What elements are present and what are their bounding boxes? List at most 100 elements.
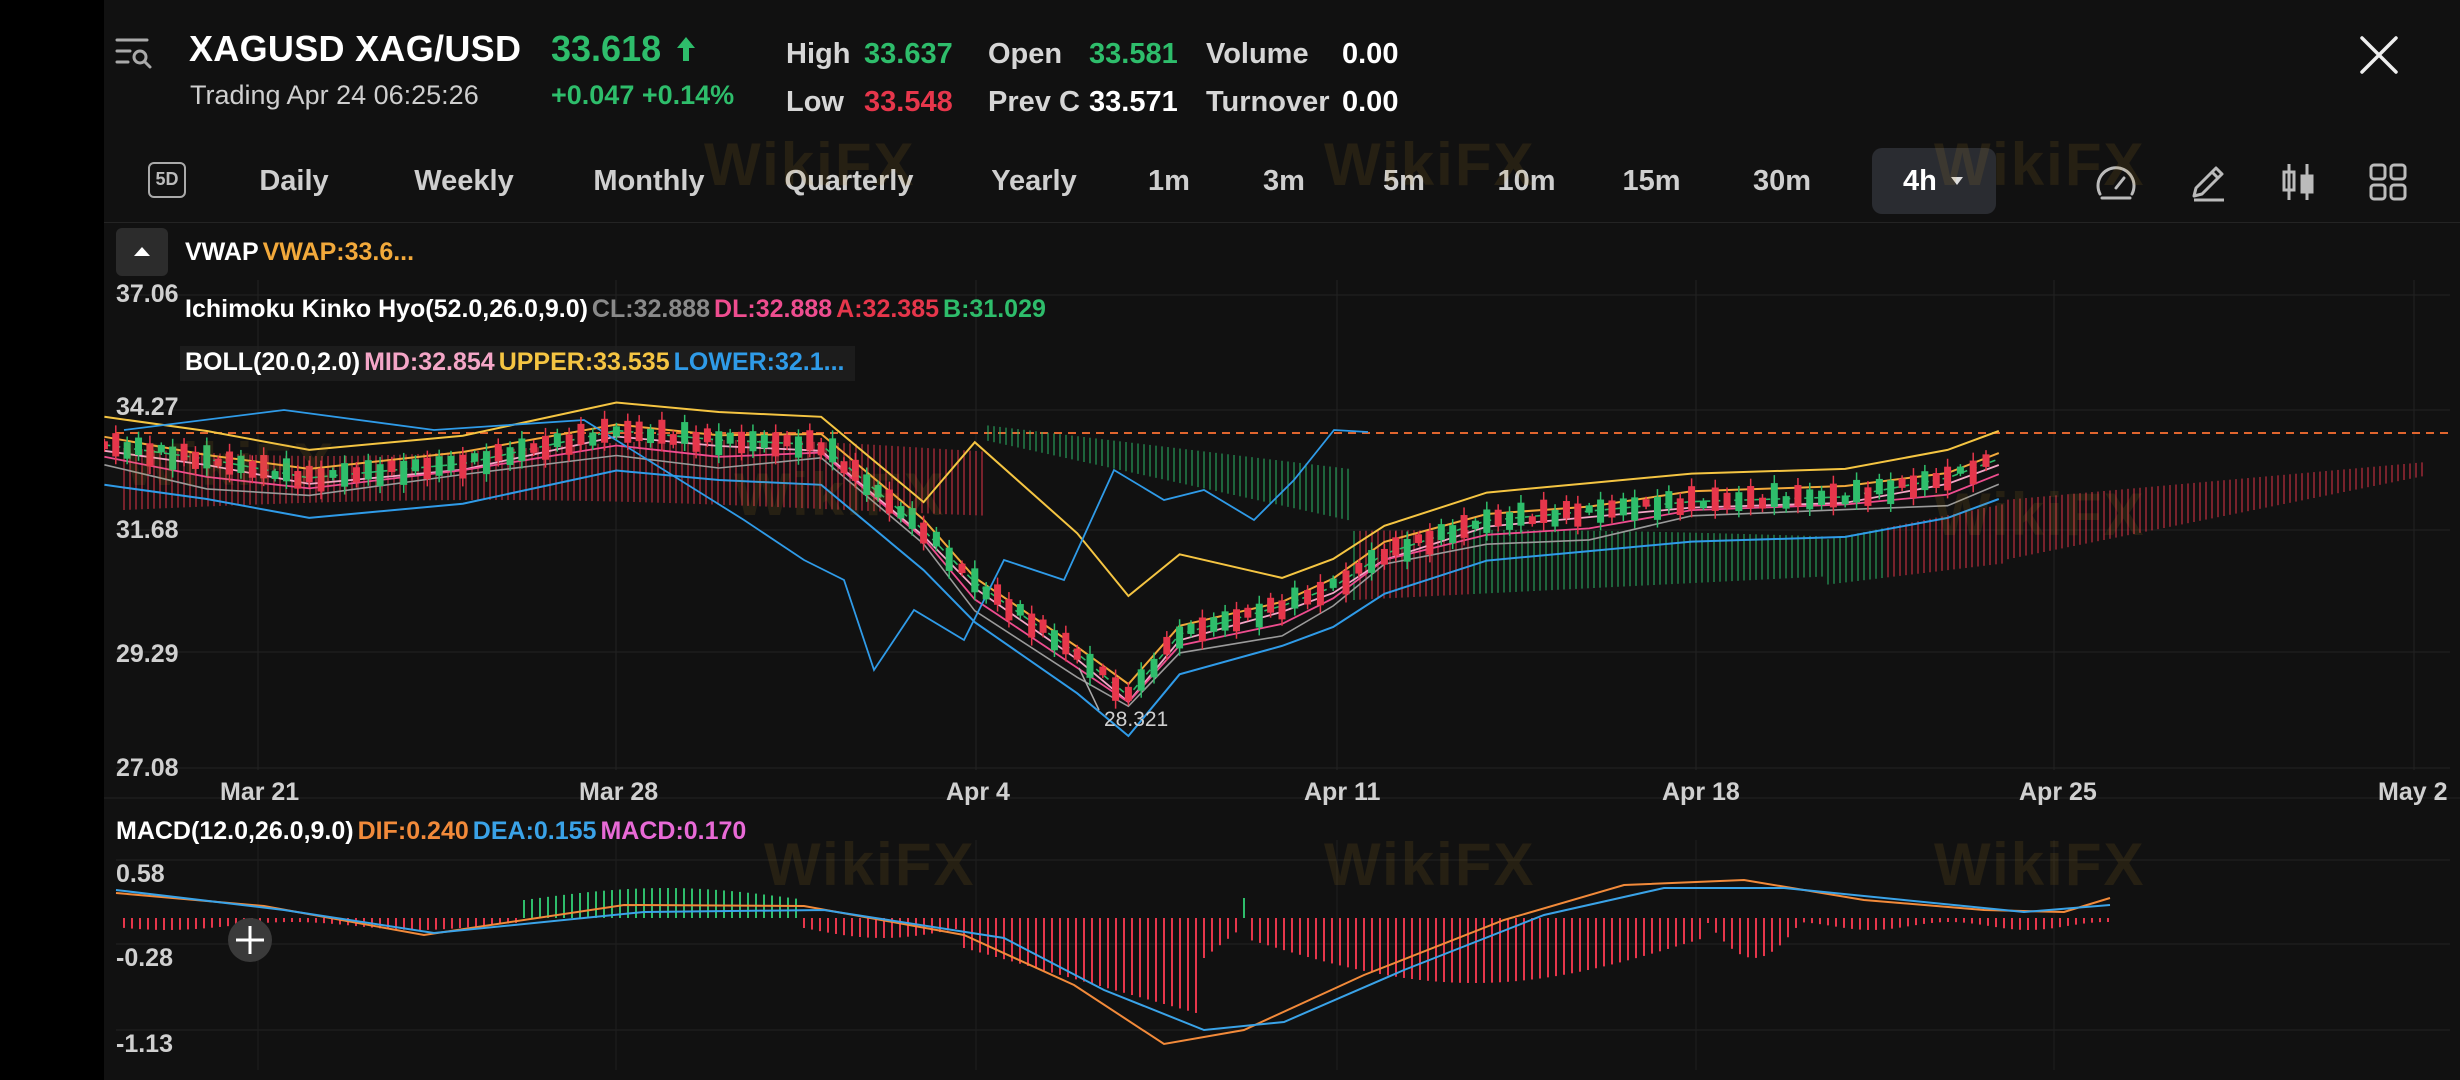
candle-body (1316, 581, 1324, 606)
macd-tick: 0.58 (116, 860, 165, 888)
candle-body (1608, 500, 1616, 518)
candle-body (971, 568, 979, 593)
candle-body (1642, 499, 1650, 507)
candle-body (1415, 534, 1423, 544)
candle-body (1921, 471, 1929, 491)
candle-body (1380, 548, 1388, 565)
candle-body (482, 451, 490, 475)
candle-body (1758, 497, 1766, 509)
candle-body (565, 434, 573, 455)
candle-body (447, 455, 455, 471)
candle-body (806, 430, 814, 451)
candle-body (692, 431, 700, 452)
candle-body (1818, 490, 1826, 505)
candle-body (1864, 487, 1872, 506)
candle-body (1267, 597, 1275, 613)
crosshair-button[interactable] (228, 918, 272, 962)
candle-body (1221, 611, 1229, 631)
boll-upper: UPPER:33.535 (498, 348, 670, 376)
candle-body (612, 426, 620, 437)
candle-body (932, 531, 940, 547)
candle-body (1653, 496, 1661, 520)
candle-body (400, 460, 408, 485)
date-tick: Mar 28 (579, 778, 659, 806)
candle-body (1426, 531, 1434, 555)
candle-body (1841, 495, 1849, 505)
candle-body (1244, 607, 1252, 618)
candle-body (1909, 475, 1917, 498)
candle-body (982, 586, 990, 600)
candle-body (715, 431, 723, 456)
candle-body (738, 431, 746, 454)
candle-body (1005, 599, 1013, 621)
candle-body (1574, 503, 1582, 527)
candle-body (494, 444, 502, 461)
candle-body (1665, 491, 1673, 509)
candle-body (945, 547, 953, 571)
candle-body (553, 433, 561, 448)
candle-body (459, 454, 467, 479)
candle-body (1723, 492, 1731, 509)
candle-body (635, 421, 643, 442)
watermark: WikiFX (764, 831, 976, 898)
candle-body (518, 438, 526, 462)
candle-body (1278, 600, 1286, 620)
candle-body (1506, 512, 1514, 530)
candle-body (1631, 497, 1639, 521)
boll-legend[interactable]: BOLL(20.0,2.0) MID:32.854 UPPER:33.535 LOWE… (180, 346, 855, 381)
candle-body (341, 463, 349, 487)
macd-name: MACD(12.0,26.0,9.0) (116, 817, 354, 845)
candle-body (760, 434, 768, 449)
ichimoku-cl: CL:32.888 (591, 295, 711, 323)
candle-body (530, 443, 538, 453)
candle-body (1112, 677, 1120, 701)
date-tick: May 2 (2378, 778, 2448, 806)
price-tick: 31.68 (116, 516, 179, 544)
candle-body (1073, 648, 1081, 660)
chart-app: XAGUSD XAG/USD Trading Apr 24 06:25:26 3… (104, 0, 2460, 1080)
candle-body (1403, 539, 1411, 562)
candle-body (1392, 537, 1400, 556)
candle-body (1483, 509, 1491, 533)
ichimoku-name: Ichimoku Kinko Hyo(52.0,26.0,9.0) (185, 295, 588, 323)
candle-body (1198, 617, 1206, 642)
macd-legend[interactable]: MACD(12.0,26.0,9.0) DIF:0.240 DEA:0.155 MAC… (116, 817, 750, 846)
candle-body (1597, 499, 1605, 523)
candle-body (1304, 589, 1312, 605)
candle-body (1517, 502, 1525, 526)
ichimoku-legend[interactable]: Ichimoku Kinko Hyo(52.0,26.0,9.0) CL:32.8… (185, 295, 1050, 324)
macd-dea-line (115, 887, 2111, 1032)
date-tick: Apr 18 (1662, 778, 1740, 806)
candle-body (1150, 658, 1158, 678)
date-tick: Mar 21 (220, 778, 300, 806)
candle-body (1699, 500, 1707, 508)
candle-body (1887, 480, 1895, 505)
date-tick: Apr 4 (946, 778, 1010, 806)
vwap-legend[interactable]: VWAP VWAP:33.6... (185, 238, 418, 267)
candle-body (647, 428, 655, 444)
candle-body (783, 434, 791, 447)
candle-body (352, 467, 360, 483)
candle-body (1794, 485, 1802, 507)
collapse-indicators-button[interactable] (116, 228, 168, 276)
candle-body (112, 433, 120, 457)
candle-body (658, 419, 666, 444)
boll-name: BOLL(20.0,2.0) (185, 348, 361, 376)
price-tick: 29.29 (116, 640, 179, 668)
low-price-marker: 28.321 (1104, 708, 1169, 731)
candle-body (1099, 666, 1107, 676)
macd-dif-line (115, 878, 2111, 1046)
candle-body (1062, 632, 1070, 655)
candle-body (589, 432, 597, 446)
price-tick: 37.06 (116, 280, 179, 308)
candle-body (1528, 516, 1536, 525)
candle-body (794, 436, 802, 458)
candle-body (1086, 653, 1094, 678)
candle-body (1956, 466, 1964, 474)
candle-body (669, 434, 677, 445)
candle-body (1898, 478, 1906, 488)
candle-body (423, 457, 431, 480)
date-tick: Apr 11 (1304, 778, 1381, 806)
candle-body (1619, 498, 1627, 516)
vwap-value: VWAP:33.6... (262, 238, 415, 266)
